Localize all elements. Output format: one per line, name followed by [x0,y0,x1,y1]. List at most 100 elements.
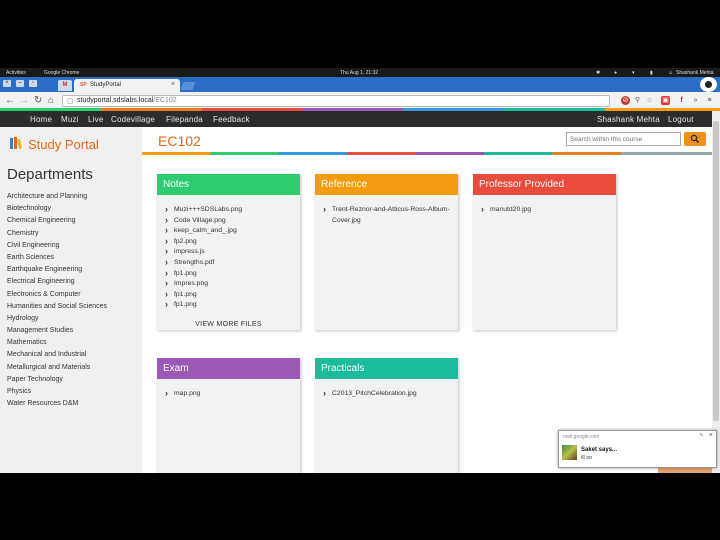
bookmark-star-icon[interactable]: ☆ [645,96,654,105]
department-item[interactable]: Management Studies [7,325,107,337]
hidden-panel-edge [658,468,712,473]
file-link[interactable]: map.png [165,388,292,400]
file-link[interactable]: Muzi+++SDSLabs.png [165,204,292,216]
accessibility-icon[interactable]: ● [614,70,617,76]
chat-notification[interactable]: mail.google.com ✎ × Saket says... ill so [558,430,717,468]
home-icon[interactable]: ⌂ [48,95,54,106]
file-list: manutd20.jpg [473,195,616,216]
file-link[interactable]: impress.js [165,246,292,258]
screen: Activities Google Chrome Thu Aug 1, 21:3… [0,68,720,473]
close-window-icon[interactable]: × [3,80,11,87]
file-link[interactable]: fp1.png [165,299,292,311]
nav-codevillage[interactable]: Codevillage [111,115,155,124]
feedly-icon[interactable]: f [677,96,686,105]
file-list: Trent-Reznor-and-Atticus-Ross-Album-Cove… [315,195,458,226]
department-item[interactable]: Chemical Engineering [7,215,107,227]
file-link[interactable]: Trent-Reznor-and-Atticus-Ross-Album-Cove… [323,204,450,226]
nav-live[interactable]: Live [88,115,103,124]
logo-text: Study Portal [28,137,99,152]
gmail-tab[interactable]: M [58,80,72,91]
department-item[interactable]: Electrical Engineering [7,276,107,288]
card-title: Reference [315,174,458,195]
view-more-files-link[interactable]: VIEW MORE FILES [165,321,292,328]
minimize-window-icon[interactable]: – [16,80,24,87]
department-item[interactable]: Earthquake Engineering [7,264,107,276]
os-user-name[interactable]: Shashank Mehta [676,70,714,76]
nav-muzi[interactable]: Muzi [61,115,79,124]
card-professor-provided: Professor Provided manutd20.jpg [473,174,616,330]
bluetooth-icon[interactable]: ✱ [596,70,600,76]
department-item[interactable]: Paper Technology [7,374,107,386]
more-extensions-icon[interactable]: » [691,96,700,105]
department-item[interactable]: Electronics & Computer [7,289,107,301]
tab-studyportal[interactable]: SP StudyPortal × [74,79,180,92]
address-bar[interactable]: ▢ studyportal.sdslabs.local/EC102 [62,95,610,107]
scrollbar-thumb[interactable] [713,121,719,421]
avatar [562,445,577,460]
page-scrollbar[interactable] [712,111,720,473]
activities-button[interactable]: Activities [6,70,26,76]
extension-icon[interactable]: ▣ [661,96,670,105]
stop-extension-icon[interactable]: ⊘ [621,96,630,105]
card-title: Practicals [315,358,458,379]
battery-icon[interactable]: ▮ [650,70,653,76]
file-link[interactable]: Code Village.png [165,215,292,227]
department-item[interactable]: Humanities and Social Sciences [7,301,107,313]
clock[interactable]: Thu Aug 1, 21:32 [340,70,378,76]
page-icon: ▢ [67,98,74,105]
notification-source: mail.google.com [563,434,600,440]
department-item[interactable]: Mathematics [7,337,107,349]
course-search-input[interactable] [566,132,681,146]
wrench-icon[interactable]: ✎ [699,432,704,439]
department-item[interactable]: Physics [7,386,107,398]
nav-feedback[interactable]: Feedback [213,115,250,124]
department-item[interactable]: Mechanical and Industrial [7,349,107,361]
card-title: Exam [157,358,300,379]
department-item[interactable]: Water Resources D&M [7,398,107,410]
nav-filepanda[interactable]: Filepanda [166,115,203,124]
file-link[interactable]: fp1.png [165,268,292,280]
file-link[interactable]: keep_calm_and_.jpg [165,225,292,237]
forward-icon[interactable]: → [19,95,29,106]
profile-avatar[interactable] [700,77,717,92]
department-item[interactable]: Civil Engineering [7,240,107,252]
file-link[interactable]: Impres.png [165,278,292,290]
card-exam: Exam map.png [157,358,300,473]
notification-message: ill so [581,455,593,461]
search-icon [690,134,699,143]
department-item[interactable]: Metallurgical and Materials [7,362,107,374]
department-item[interactable]: Chemistry [7,228,107,240]
reload-icon[interactable]: ↻ [34,95,42,106]
nav-logout[interactable]: Logout [668,115,694,124]
url-path: /EC102 [153,97,177,104]
department-item[interactable]: Hydrology [7,313,107,325]
nav-user[interactable]: Shashank Mehta [597,115,660,124]
department-item[interactable]: Earth Sciences [7,252,107,264]
departments-heading: Departments [7,166,93,183]
gmail-icon: M [62,82,68,88]
maximize-window-icon[interactable]: ▫ [29,80,37,87]
app-name[interactable]: Google Chrome [44,70,79,76]
user-icon[interactable]: ☺ [668,70,673,76]
file-link[interactable]: fp1.png [165,289,292,301]
search-button[interactable] [684,132,706,146]
menu-icon[interactable]: ≡ [705,96,714,105]
os-top-bar: Activities Google Chrome Thu Aug 1, 21:3… [0,68,720,77]
new-tab-button[interactable] [180,82,196,90]
back-icon[interactable]: ← [5,95,15,106]
file-link[interactable]: manutd20.jpg [481,204,608,216]
file-link[interactable]: Strengths.pdf [165,257,292,269]
file-list: C2013_PitchCelebration.jpg [315,379,458,400]
file-link[interactable]: C2013_PitchCelebration.jpg [323,388,450,400]
close-tab-icon[interactable]: × [171,81,175,88]
nav-home[interactable]: Home [30,115,52,124]
file-list: Muzi+++SDSLabs.png Code Village.png keep… [157,195,300,328]
department-item[interactable]: Architecture and Planning [7,191,107,203]
books-icon [10,137,22,150]
card-notes: Notes Muzi+++SDSLabs.png Code Village.pn… [157,174,300,330]
file-link[interactable]: fp2.png [165,236,292,248]
department-item[interactable]: Biotechnology [7,203,107,215]
wifi-icon[interactable]: ▾ [632,70,635,76]
zoom-icon[interactable]: ⚲ [633,96,642,105]
close-icon[interactable]: × [709,432,713,439]
